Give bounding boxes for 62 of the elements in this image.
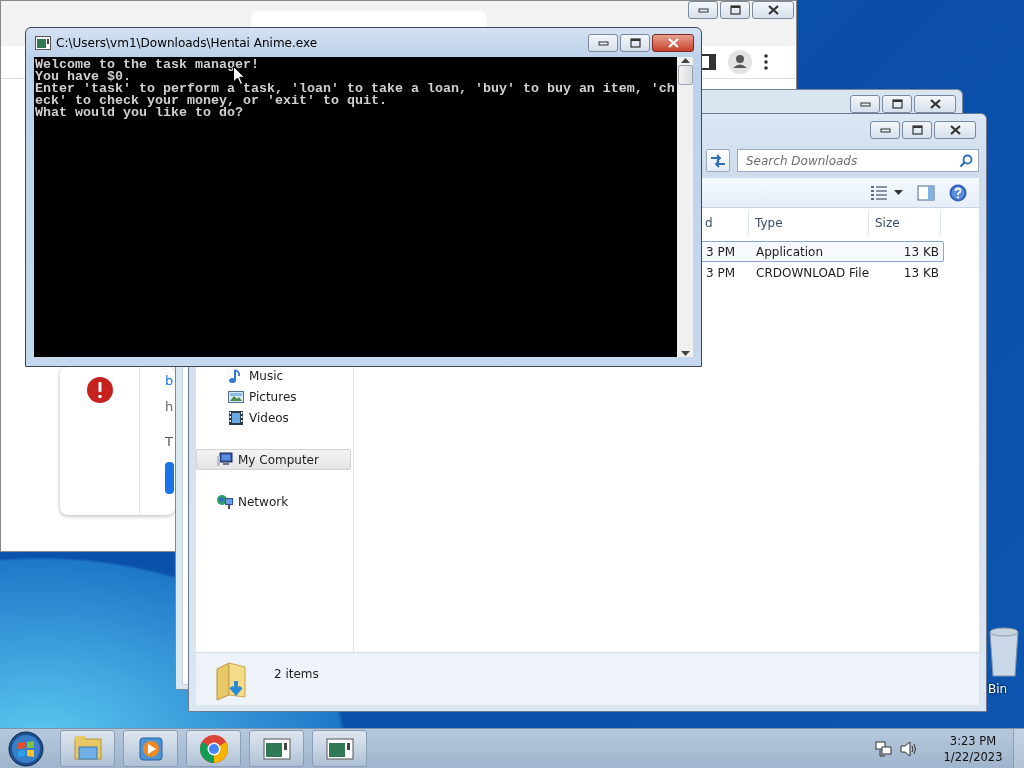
scroll-down-icon[interactable] [680, 351, 690, 357]
maximize-button[interactable] [720, 1, 750, 19]
start-button[interactable] [8, 730, 44, 767]
action-button[interactable] [165, 462, 174, 494]
dropdown-arrow-icon[interactable] [894, 190, 903, 195]
error-icon [85, 376, 114, 404]
close-button[interactable] [934, 121, 976, 139]
recycle-bin-icon[interactable] [986, 626, 1022, 678]
profile-icon[interactable] [728, 50, 752, 74]
help-icon[interactable] [949, 183, 967, 202]
taskbar-button[interactable] [249, 730, 304, 767]
nav-item[interactable]: My Computer [196, 449, 351, 470]
console-output-line: You have $0. [35, 71, 131, 83]
maximize-button[interactable] [902, 121, 932, 139]
item-count-text: 2 items [274, 667, 319, 681]
file-url-text: h [165, 399, 174, 416]
volume-icon[interactable] [899, 739, 917, 758]
console-output-line: Enter 'task' to perform a task, 'loan' to take a loan, 'buy' to buy an item, 'ch [35, 83, 675, 95]
refresh-button[interactable] [706, 149, 730, 172]
column-header[interactable]: Size [869, 210, 941, 235]
clock[interactable]: 3:23 PM 1/22/2023 [941, 732, 1005, 765]
desktop-icon-label[interactable]: Bin [988, 682, 1008, 696]
download-status-text: T [165, 434, 173, 451]
taskbar-button[interactable] [186, 730, 241, 767]
column-header[interactable]: Type [749, 210, 869, 235]
pictures-icon [228, 388, 244, 405]
console-app-icon [35, 35, 51, 50]
taskbar-button[interactable] [123, 730, 178, 767]
nav-item[interactable]: Videos [196, 407, 351, 428]
computer-icon [217, 451, 233, 468]
search-box[interactable]: Search Downloads [737, 149, 979, 172]
console-output-line: eck' to check your money, or 'exit' to quit. [35, 95, 387, 107]
maximize-button[interactable] [620, 33, 650, 52]
nav-item[interactable]: Music [196, 365, 351, 386]
close-button[interactable] [914, 95, 956, 113]
maximize-button[interactable] [882, 95, 912, 113]
file-row[interactable]: 3 PM Application 13 KB [700, 241, 944, 262]
console-output-line: What would you like to do? [35, 107, 243, 119]
network-icon [217, 493, 233, 510]
close-button[interactable] [752, 1, 794, 19]
scroll-up-icon[interactable] [680, 57, 690, 63]
chrome-icon [197, 732, 230, 765]
clock-time: 3:23 PM [949, 732, 997, 749]
search-field[interactable]: Search Downloads [746, 153, 959, 168]
clock-date: 1/22/2023 [943, 748, 1003, 765]
side-panel-icon[interactable] [700, 54, 716, 70]
file-name-link[interactable]: b [165, 373, 174, 399]
file-row[interactable]: 3 PM CRDOWNLOAD File 13 KB [700, 262, 944, 283]
scrollbar[interactable] [677, 57, 693, 357]
scrollbar-thumb[interactable] [677, 65, 693, 85]
nav-item[interactable]: Pictures [196, 386, 351, 407]
taskbar-button[interactable] [312, 730, 367, 767]
search-icon[interactable] [959, 153, 973, 168]
console-output-line: Welcome to the task manager! [35, 59, 259, 71]
more-menu-icon[interactable] [764, 54, 768, 70]
refresh-icon [709, 152, 727, 169]
view-options-icon[interactable] [870, 184, 888, 201]
window-title: C:\Users\vm1\Downloads\Hentai Anime.exe [56, 35, 319, 50]
close-button[interactable] [652, 33, 694, 52]
nav-item[interactable]: Network [196, 491, 351, 512]
network-icon[interactable] [875, 739, 893, 758]
videos-icon [228, 409, 244, 426]
